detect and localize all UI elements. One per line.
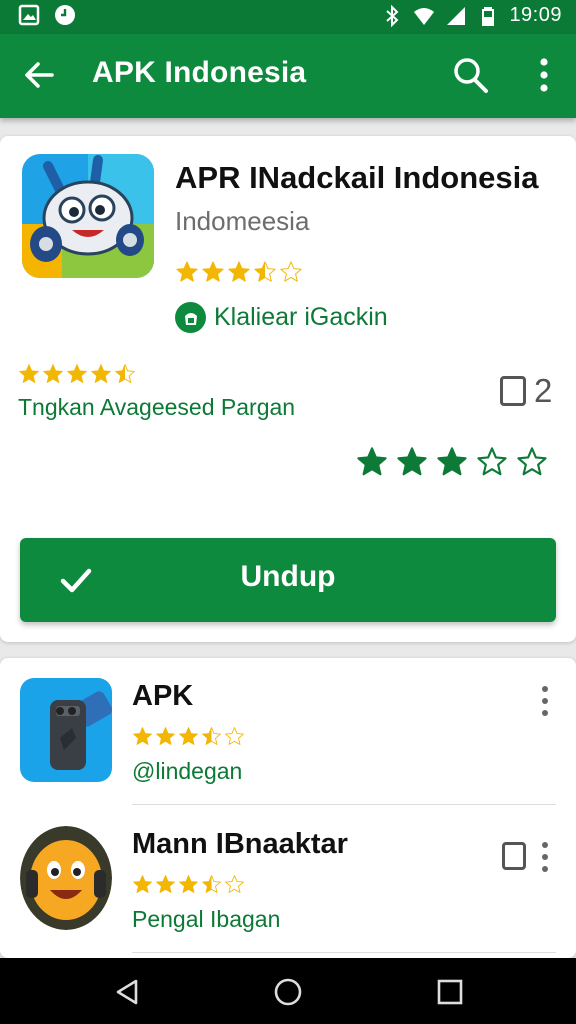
star-filled-icon (91, 364, 111, 383)
clock-notification-icon (55, 5, 75, 25)
star-filled-icon (19, 364, 39, 383)
bookmark-checkbox[interactable] (500, 376, 526, 406)
battery-icon (482, 6, 495, 26)
list-item-checkbox[interactable] (502, 842, 526, 870)
more-vert-icon[interactable] (530, 55, 558, 95)
community-rating-stars (18, 363, 136, 385)
app-icon[interactable] (22, 154, 154, 278)
star-filled-icon (156, 875, 175, 893)
bluetooth-icon (386, 4, 399, 27)
star-empty-icon[interactable] (516, 446, 548, 478)
status-time: 19:09 (509, 4, 562, 26)
list-app-rating-stars (132, 874, 245, 895)
developer-badge-icon (175, 302, 206, 333)
wifi-icon (414, 7, 435, 25)
star-filled-icon (133, 727, 152, 745)
star-filled-icon[interactable] (356, 446, 388, 478)
star-half-icon (202, 727, 221, 745)
star-half-icon (115, 364, 135, 383)
list-app-icon (20, 826, 112, 930)
star-filled-icon (179, 875, 198, 893)
gallery-notification-icon (18, 4, 40, 26)
back-arrow-icon[interactable] (20, 56, 58, 94)
nav-home-icon[interactable] (272, 976, 304, 1008)
star-empty-icon (225, 875, 244, 893)
list-app-icon (20, 678, 112, 782)
count-value: 2 (534, 372, 553, 409)
star-empty-icon (280, 261, 302, 282)
star-filled-icon (67, 364, 87, 383)
list-item[interactable]: APK @lindegan (0, 658, 576, 798)
install-button[interactable]: Undup (20, 538, 556, 622)
list-app-developer: Pengal Ibagan (132, 906, 281, 932)
list-item[interactable]: Mann IBnaaktar Pengal Ibagan (0, 806, 576, 946)
star-half-icon (254, 261, 276, 282)
system-nav-bar (0, 958, 576, 1024)
community-rating-label: Tngkan Avageesed Pargan (18, 394, 296, 420)
star-half-icon (202, 875, 221, 893)
star-filled-icon (179, 727, 198, 745)
star-empty-icon (225, 727, 244, 745)
install-button-label: Undup (240, 560, 336, 593)
star-filled-icon (228, 261, 250, 282)
star-filled-icon (43, 364, 63, 383)
more-vert-icon[interactable] (536, 684, 554, 718)
search-icon[interactable] (452, 55, 490, 95)
developer-row[interactable]: Klaliear iGackin (175, 302, 388, 333)
list-app-rating-stars (132, 726, 245, 747)
star-filled-icon (156, 727, 175, 745)
nav-recents-icon[interactable] (434, 976, 466, 1008)
star-empty-icon[interactable] (476, 446, 508, 478)
nav-back-icon[interactable] (112, 976, 144, 1008)
star-filled-icon (133, 875, 152, 893)
star-filled-icon (202, 261, 224, 282)
more-vert-icon[interactable] (536, 840, 554, 874)
list-app-developer: @lindegan (132, 758, 243, 784)
list-app-name: Mann IBnaaktar (132, 828, 348, 860)
status-bar: 19:09 (0, 0, 576, 34)
list-app-name: APK (132, 680, 194, 712)
related-apps-list: APK @lindegan Mann IBnaaktar Pengal Ibag… (0, 658, 576, 958)
app-detail-card: APR INadckail Indonesia Indomeesia Klali… (0, 136, 576, 642)
list-divider (132, 804, 556, 805)
page-title: APK Indonesia (92, 56, 307, 89)
app-title: APR INadckail Indonesia (175, 160, 539, 195)
developer-name: Klaliear iGackin (214, 303, 388, 331)
signal-icon (447, 6, 466, 25)
app-subtitle: Indomeesia (175, 206, 310, 236)
star-filled-icon[interactable] (436, 446, 468, 478)
star-filled-icon (176, 261, 198, 282)
star-filled-icon[interactable] (396, 446, 428, 478)
app-rating-stars (175, 260, 303, 284)
rate-app-stars[interactable] (356, 446, 548, 478)
list-divider (132, 952, 556, 953)
app-bar: APK Indonesia (0, 34, 576, 118)
